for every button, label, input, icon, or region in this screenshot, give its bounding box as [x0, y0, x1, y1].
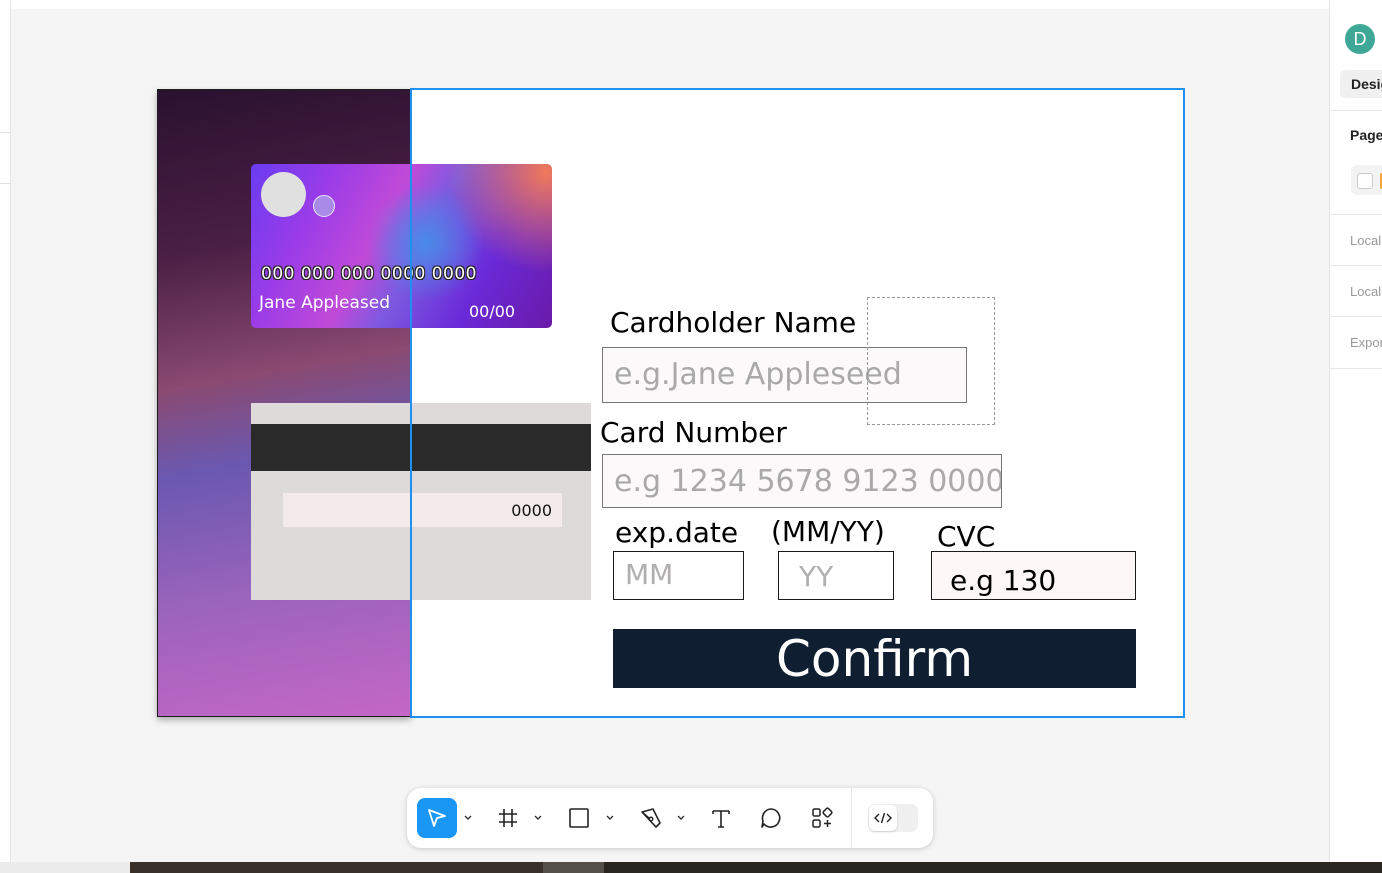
panel-divider — [1330, 316, 1382, 317]
panel-divider — [0, 132, 11, 133]
local-variables-label[interactable]: Local — [1350, 233, 1381, 248]
text-tool-button[interactable] — [706, 798, 736, 838]
bottom-edge — [0, 862, 130, 873]
panel-divider — [1330, 368, 1382, 369]
properties-panel: D Design Page Local Local Export — [1329, 0, 1382, 873]
signature-strip: 0000 — [283, 493, 562, 527]
cursor-icon — [428, 809, 446, 827]
canvas-top-bar — [11, 0, 1329, 9]
left-panel-edge — [0, 0, 11, 873]
card-number-display: 000 000 000 0000 0000 — [261, 264, 477, 284]
cvc-input[interactable]: e.g 130 — [931, 551, 1136, 600]
frame-tool-button[interactable] — [493, 798, 523, 838]
code-icon — [869, 805, 897, 831]
magnetic-stripe — [251, 424, 591, 471]
tab-design[interactable]: Design — [1340, 70, 1382, 98]
comment-icon — [761, 808, 781, 828]
placeholder-frame[interactable] — [867, 297, 995, 425]
shape-tool-button[interactable] — [564, 798, 594, 838]
card-expiry-display: 00/00 — [469, 302, 516, 321]
exp-year-input[interactable]: YY — [778, 551, 894, 600]
export-label[interactable]: Export — [1350, 335, 1382, 350]
card-number-label: Card Number — [600, 416, 787, 449]
panel-divider — [1330, 110, 1382, 111]
actions-tool-button[interactable] — [807, 798, 837, 838]
toolbar-divider — [851, 788, 852, 848]
card-holder-display: Jane Appleased — [259, 293, 390, 313]
taskbar-strip — [130, 862, 1382, 873]
exp-month-input[interactable]: MM — [613, 551, 744, 600]
rectangle-icon — [569, 808, 589, 828]
card-number-input[interactable]: e.g 1234 5678 9123 0000 — [602, 454, 1002, 508]
taskbar-segment — [130, 862, 543, 873]
checkbox-icon — [1357, 173, 1373, 189]
bottom-toolbar — [407, 788, 933, 848]
dev-mode-toggle[interactable] — [868, 804, 918, 832]
chevron-down-icon[interactable] — [676, 813, 686, 823]
card-back[interactable]: 0000 — [251, 403, 591, 600]
cvc-label: CVC — [937, 520, 996, 553]
chevron-down-icon[interactable] — [533, 813, 543, 823]
confirm-button[interactable]: Confirm — [613, 629, 1136, 688]
exp-date-label: exp.date — [615, 516, 739, 549]
local-styles-label[interactable]: Local — [1350, 284, 1381, 299]
card-front[interactable]: 000 000 000 0000 0000 Jane Appleased 00/… — [251, 164, 552, 328]
card-cvc-display: 0000 — [511, 501, 552, 520]
comment-tool-button[interactable] — [756, 798, 786, 838]
page-section-label: Page — [1350, 127, 1382, 143]
chevron-down-icon[interactable] — [463, 813, 473, 823]
taskbar-segment — [543, 862, 604, 873]
text-icon — [712, 810, 730, 828]
panel-divider — [1330, 214, 1382, 215]
cardholder-label: Cardholder Name — [610, 306, 857, 339]
move-tool-button[interactable] — [417, 798, 457, 838]
pen-icon — [641, 808, 661, 828]
user-avatar[interactable]: D — [1345, 24, 1375, 54]
frame-icon — [499, 809, 517, 827]
card-logo-circle-large — [261, 172, 306, 217]
pen-tool-button[interactable] — [636, 798, 666, 838]
panel-divider — [0, 183, 11, 184]
chevron-down-icon[interactable] — [605, 813, 615, 823]
card-logo-circle-small — [313, 195, 335, 217]
exp-format-label: (MM/YY) — [771, 515, 885, 548]
page-color-swatch[interactable] — [1351, 165, 1382, 195]
components-icon — [812, 807, 833, 828]
panel-divider — [1330, 265, 1382, 266]
